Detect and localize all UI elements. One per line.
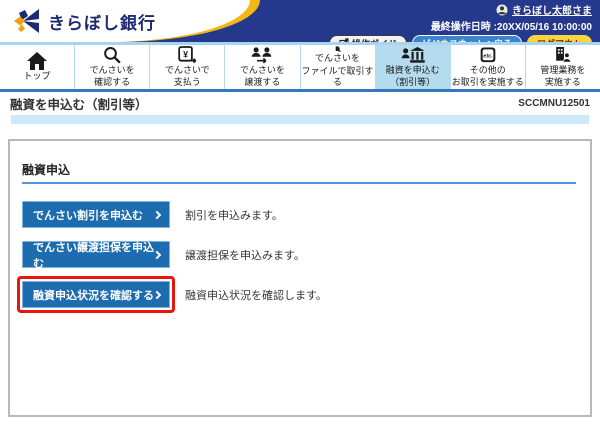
- external-link-icon: [339, 38, 349, 42]
- apply-transfer-collateral-button[interactable]: でんさい譲渡担保を申込む: [22, 241, 170, 270]
- pay-document-icon: ¥: [178, 46, 197, 64]
- tab-loan-apply[interactable]: 融資を申込む （割引等）: [375, 45, 451, 89]
- section-title: 融資申込: [22, 161, 576, 184]
- operation-guide-button[interactable]: 操作ガイド: [328, 35, 407, 42]
- transfer-people-icon: [252, 47, 272, 64]
- back-to-business-net-button[interactable]: ビジネスネットへ戻る: [411, 35, 522, 42]
- svg-text:etc.: etc.: [483, 53, 493, 59]
- chevron-right-icon: [152, 210, 162, 219]
- user-icon: [496, 4, 508, 15]
- tab-densai-confirm[interactable]: でんさいを 確認する: [75, 45, 151, 89]
- etc-icon: etc.: [480, 47, 496, 63]
- page-title: 融資を申込む（割引等）: [10, 98, 148, 112]
- search-icon: [104, 46, 121, 64]
- menu-description: 融資申込状況を確認します。: [185, 289, 327, 302]
- content-panel: 融資申込 でんさい割引を申込む 割引を申込みます。 でんさい譲渡担保を申込む 譲…: [8, 139, 592, 417]
- tab-densai-pay[interactable]: ¥ でんさいで 支払う: [150, 45, 226, 89]
- user-name-link[interactable]: きらぼし太郎さま: [512, 2, 592, 17]
- kiraboshi-star-icon: [14, 9, 39, 33]
- menu-row-collateral: でんさい譲渡担保を申込む 譲渡担保を申込みます。: [22, 241, 576, 270]
- tab-admin[interactable]: 管理業務を 実施する: [526, 45, 600, 89]
- tab-densai-transfer[interactable]: でんさいを 譲渡する: [225, 45, 301, 89]
- check-loan-application-status-button[interactable]: 融資申込状況を確認する: [22, 281, 170, 308]
- tab-top[interactable]: トップ: [0, 45, 76, 89]
- header: きらぼし銀行 きらぼし太郎さま 最終操作日時 :20XX/05/16 10:00…: [0, 0, 600, 42]
- loan-bank-icon: [401, 46, 425, 63]
- highlight-red-box: 融資申込状況を確認する: [17, 276, 175, 313]
- menu-description: 譲渡担保を申込みます。: [185, 249, 305, 262]
- menu-row-discount: でんさい割引を申込む 割引を申込みます。: [22, 201, 576, 228]
- screen-code: SCCMNU12501: [518, 98, 590, 109]
- tab-densai-file[interactable]: でんさいを ファイルで取引する: [301, 45, 376, 89]
- svg-text:¥: ¥: [183, 49, 188, 59]
- last-operation-time: 最終操作日時 :20XX/05/16 10:00:00: [430, 22, 592, 33]
- logo-area: きらぼし銀行: [0, 0, 250, 42]
- chevron-right-icon: [152, 290, 162, 299]
- bank-name: きらぼし銀行: [48, 13, 156, 33]
- apply-densai-discount-button[interactable]: でんさい割引を申込む: [22, 201, 170, 228]
- logout-button[interactable]: ログアウト: [526, 35, 592, 42]
- menu-description: 割引を申込みます。: [185, 209, 283, 222]
- menu-row-status: 融資申込状況を確認する 融資申込状況を確認します。: [17, 276, 576, 313]
- main-nav: トップ でんさいを 確認する ¥ でんさいで 支払う でんさいを 譲渡する でん…: [0, 45, 600, 92]
- tab-other-transactions[interactable]: etc. その他の お取引を実施する: [451, 45, 526, 89]
- admin-building-icon: [556, 46, 572, 63]
- page-title-row: 融資を申込む（割引等） SCCMNU12501: [0, 92, 600, 113]
- file-trade-icon: [335, 46, 341, 52]
- home-icon: [27, 52, 48, 71]
- chevron-right-icon: [152, 250, 162, 259]
- title-accent-bar: [11, 115, 589, 124]
- header-right: きらぼし太郎さま 最終操作日時 :20XX/05/16 10:00:00 操作ガ…: [328, 2, 592, 42]
